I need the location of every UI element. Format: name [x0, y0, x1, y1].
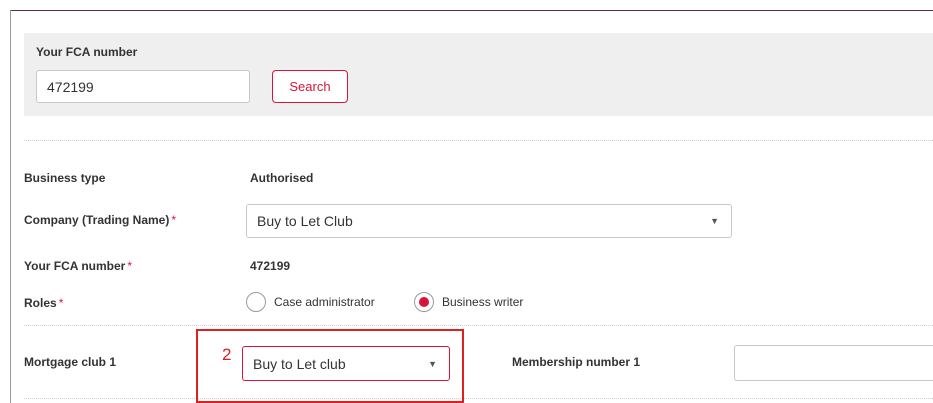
- search-button[interactable]: Search: [272, 70, 348, 103]
- company-select-value: Buy to Let Club: [257, 213, 353, 229]
- fca-number-label: Your FCA number *: [24, 259, 132, 273]
- fca-search-panel: Your FCA number Search: [24, 33, 933, 116]
- fca-number-label-text: Your FCA number: [24, 259, 126, 273]
- role-option-label: Case administrator: [274, 295, 375, 309]
- radio-checked-icon: [414, 292, 434, 312]
- radio-unchecked-icon: [246, 292, 266, 312]
- frame-left-border: [10, 10, 11, 403]
- fca-number-value: 472199: [250, 259, 291, 273]
- business-type-label: Business type: [24, 171, 106, 185]
- mortgage-club-label: Mortgage club 1: [24, 355, 117, 369]
- radio-dot: [419, 297, 429, 307]
- section-divider: [24, 325, 933, 326]
- membership-number-input[interactable]: [734, 345, 933, 381]
- company-label: Company (Trading Name) *: [24, 213, 176, 227]
- business-type-value: Authorised: [250, 171, 314, 185]
- role-case-administrator-radio[interactable]: Case administrator: [246, 291, 375, 313]
- chevron-down-icon: ▼: [710, 216, 719, 226]
- annotation-highlight-box: [196, 329, 464, 403]
- required-mark: *: [127, 259, 133, 273]
- membership-number-label: Membership number 1: [512, 355, 641, 369]
- fca-number-input[interactable]: [36, 70, 250, 103]
- annotation-step-number: 2: [222, 345, 232, 364]
- required-mark: *: [58, 296, 64, 310]
- roles-label: Roles *: [24, 296, 63, 310]
- section-divider: [24, 398, 933, 399]
- frame-top-border: [10, 10, 933, 11]
- company-label-text: Company (Trading Name): [24, 213, 170, 227]
- role-option-label: Business writer: [442, 295, 524, 309]
- company-select[interactable]: Buy to Let Club ▼: [246, 204, 732, 238]
- required-mark: *: [171, 213, 177, 227]
- section-divider: [24, 140, 933, 141]
- role-business-writer-radio[interactable]: Business writer: [414, 291, 523, 313]
- roles-label-text: Roles: [24, 296, 57, 310]
- fca-panel-label: Your FCA number: [36, 45, 138, 59]
